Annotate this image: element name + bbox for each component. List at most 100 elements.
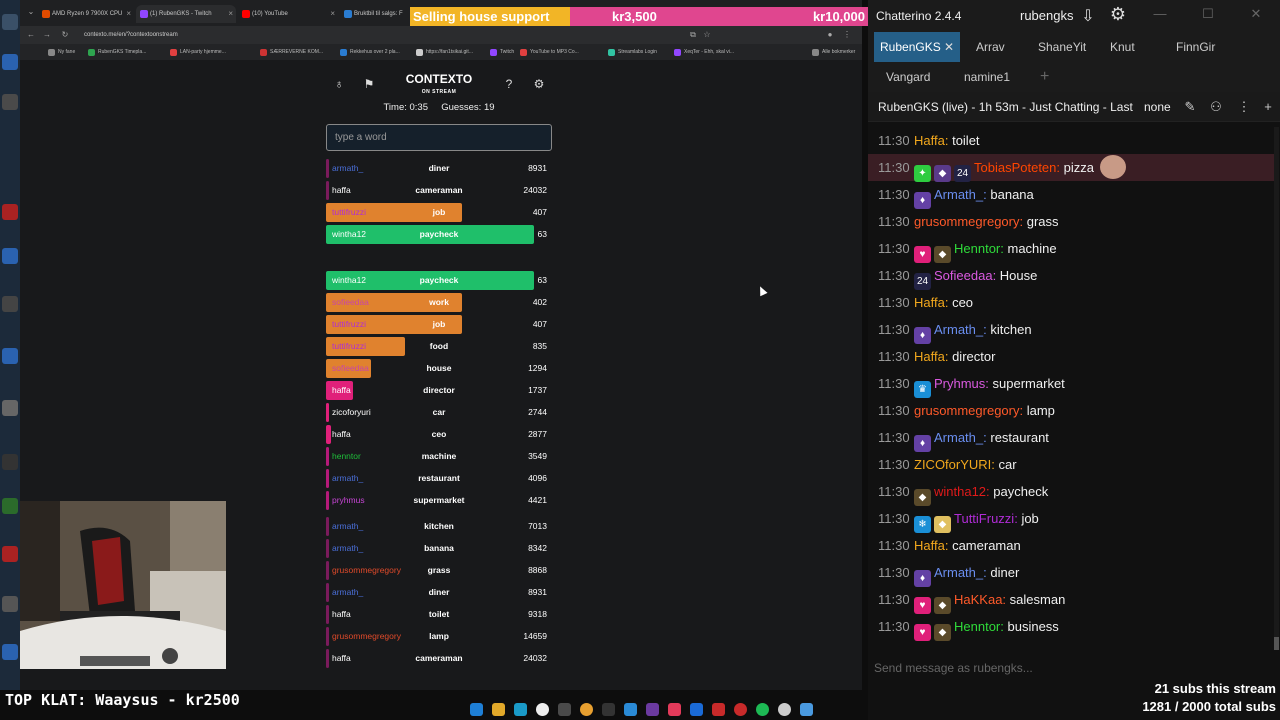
browser-tab[interactable]: AMD Ryzen 9 7900X CPU × — [38, 5, 134, 23]
tab-search-icon[interactable]: ⌄ — [26, 6, 36, 18]
account-name[interactable]: rubengks — [1020, 8, 1073, 23]
message-username[interactable]: Henntor — [954, 241, 1000, 256]
obs-icon[interactable] — [602, 703, 615, 716]
browser-tab[interactable]: Bruktbil til salgs: F× — [340, 5, 420, 23]
prime-icon[interactable]: ♦ — [914, 570, 931, 587]
app-icon[interactable] — [734, 703, 747, 716]
chrome-icon[interactable] — [580, 703, 593, 716]
menu-icon[interactable]: ⋮ — [842, 29, 852, 41]
edge-icon[interactable] — [514, 703, 527, 716]
desktop-shortcut-icon[interactable] — [2, 454, 18, 470]
bookmark-item[interactable]: Rekkehus over 2 pla... — [340, 47, 400, 57]
back-icon[interactable]: ← — [26, 29, 36, 41]
bits-icon[interactable]: ◆ — [934, 624, 951, 641]
chat-tab[interactable]: RubenGKS ✕ — [874, 32, 961, 62]
close-icon[interactable]: ✕ — [1246, 6, 1266, 22]
prime-icon[interactable]: ♦ — [914, 327, 931, 344]
desktop-shortcut-icon[interactable] — [2, 204, 18, 220]
heart-icon[interactable]: ♥ — [914, 246, 931, 263]
message-username[interactable]: TobiasPoteten — [974, 160, 1056, 175]
chat-tab[interactable]: Knut — [1104, 32, 1141, 62]
hint-bulb-icon[interactable]: ♁ — [329, 74, 349, 94]
app-icon[interactable] — [536, 703, 549, 716]
message-username[interactable]: Sofieedaa — [934, 268, 993, 283]
app-icon[interactable] — [690, 703, 703, 716]
bits-icon[interactable]: ◆ — [934, 516, 951, 533]
bits-icon[interactable]: ◆ — [934, 246, 951, 263]
message-username[interactable]: Armath_ — [934, 187, 983, 202]
desktop-shortcut-icon[interactable] — [2, 54, 18, 70]
chatterino-icon[interactable] — [800, 703, 813, 716]
message-username[interactable]: Pryhmus — [934, 376, 985, 391]
desktop-shortcut-icon[interactable] — [2, 644, 18, 660]
bookmark-item[interactable]: RubenGKS Timepla... — [88, 47, 146, 57]
file-explorer-icon[interactable] — [492, 703, 505, 716]
chat-tab[interactable]: Vangard — [880, 62, 936, 92]
download-update-icon[interactable]: ⇩ — [1078, 6, 1098, 26]
prime-icon[interactable]: ♦ — [914, 435, 931, 452]
prime-icon[interactable]: ♦ — [914, 192, 931, 209]
message-username[interactable]: grusommegregory — [914, 403, 1020, 418]
channel-mode[interactable]: none — [1144, 100, 1171, 114]
install-icon[interactable]: ⧉ — [688, 29, 698, 41]
desktop-shortcut-icon[interactable] — [2, 400, 18, 416]
bits-icon[interactable]: ◆ — [934, 165, 951, 182]
browser-tab[interactable]: (10) YouTube × — [238, 5, 338, 23]
desktop-shortcut-icon[interactable] — [2, 498, 18, 514]
bookmark-item[interactable]: Alle bokmerker — [812, 47, 855, 57]
url-field[interactable]: contexto.me/en/?contextoonstream — [84, 29, 684, 41]
tab-close-icon[interactable]: × — [126, 5, 131, 23]
sub-24-icon[interactable]: 24 — [914, 273, 931, 290]
message-username[interactable]: grusommegregory — [914, 214, 1020, 229]
chat-tab[interactable]: Arrav — [970, 32, 1011, 62]
app-icon[interactable] — [712, 703, 725, 716]
scrollbar-thumb[interactable] — [1274, 637, 1279, 650]
message-username[interactable]: TuttiFruzzi — [954, 511, 1014, 526]
desktop-shortcut-icon[interactable] — [2, 94, 18, 110]
settings-gear-icon[interactable]: ⚙ — [1108, 4, 1128, 25]
add-split-icon[interactable]: + — [1258, 99, 1278, 114]
message-username[interactable]: Haffa — [914, 349, 945, 364]
spotify-icon[interactable] — [756, 703, 769, 716]
settings-gear-icon[interactable]: ⚙ — [529, 74, 549, 94]
profile-icon[interactable]: ● — [825, 29, 835, 41]
word-input[interactable]: type a word — [326, 124, 552, 151]
moderation-icon[interactable]: ⚇ — [1206, 99, 1226, 115]
message-username[interactable]: Armath_ — [934, 565, 983, 580]
message-username[interactable]: wintha12 — [934, 484, 986, 499]
bookmark-item[interactable]: Ny fane — [48, 47, 75, 57]
bits-icon[interactable]: ◆ — [934, 597, 951, 614]
bits-icon[interactable]: ◆ — [914, 489, 931, 506]
bookmark-item[interactable]: Streamlabs Login — [608, 47, 657, 57]
bookmark-item[interactable]: YouTube to MP3 Co... — [520, 47, 579, 57]
add-tab-icon[interactable]: + — [1034, 62, 1055, 92]
desktop-shortcut-icon[interactable] — [2, 546, 18, 562]
message-username[interactable]: Armath_ — [934, 430, 983, 445]
chat-tab[interactable]: ShaneYit — [1032, 32, 1092, 62]
minimize-icon[interactable]: — — [1150, 6, 1170, 21]
chat-tab[interactable]: FinnGir — [1170, 32, 1221, 62]
tab-close-icon[interactable]: × — [330, 5, 335, 23]
message-username[interactable]: ZICOforYURI — [914, 457, 991, 472]
desktop-shortcut-icon[interactable] — [2, 296, 18, 312]
maximize-icon[interactable]: ☐ — [1198, 6, 1218, 22]
tab-close-icon[interactable]: × — [228, 5, 233, 23]
reload-icon[interactable]: ↻ — [60, 29, 70, 41]
bookmark-item[interactable]: SÆRREVERNE KOM... — [260, 47, 323, 57]
message-username[interactable]: HaKKaa — [954, 592, 1002, 607]
chat-tab[interactable]: namine1 — [958, 62, 1016, 92]
app-icon[interactable] — [668, 703, 681, 716]
app-icon[interactable] — [624, 703, 637, 716]
chat-input[interactable]: Send message as rubengks... — [874, 657, 1274, 679]
help-icon[interactable]: ? — [499, 74, 519, 94]
chat-scrollbar[interactable] — [1274, 127, 1279, 650]
desktop-shortcut-icon[interactable] — [2, 596, 18, 612]
desktop-shortcut-icon[interactable] — [2, 14, 18, 30]
message-username[interactable]: Armath_ — [934, 322, 983, 337]
heart-icon[interactable]: ♥ — [914, 597, 931, 614]
app-icon[interactable] — [778, 703, 791, 716]
desktop-shortcut-icon[interactable] — [2, 248, 18, 264]
discord-icon[interactable] — [646, 703, 659, 716]
bookmark-item[interactable]: https://fan1tsikai.git... — [416, 47, 473, 57]
start-menu-icon[interactable] — [470, 703, 483, 716]
